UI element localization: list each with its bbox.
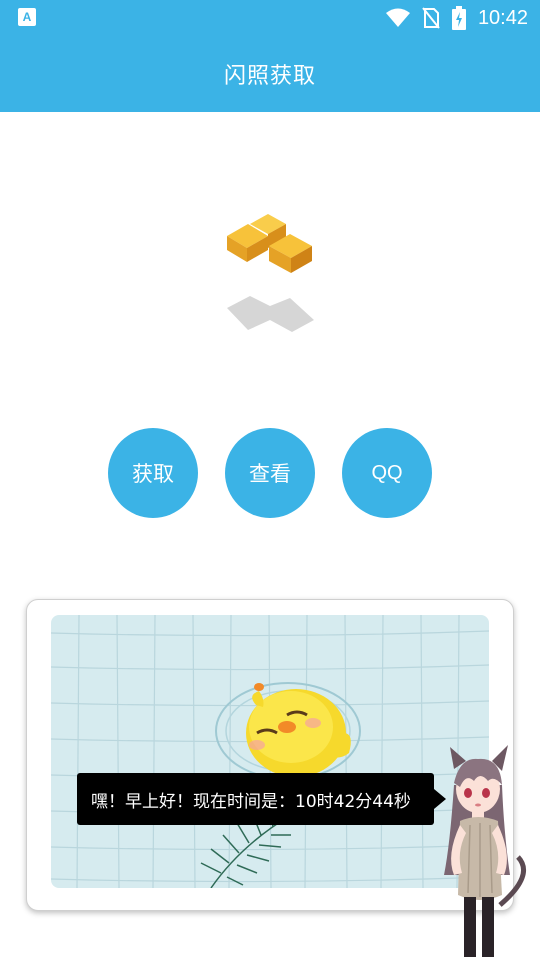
get-button[interactable]: 获取: [108, 428, 198, 518]
wifi-icon: [385, 8, 410, 27]
cube-logo-shadow: [227, 296, 314, 332]
assistant-speech-bubble: 嘿！早上好！现在时间是：10时42分44秒: [77, 773, 434, 825]
svg-text:A: A: [23, 10, 32, 24]
view-button[interactable]: 查看: [225, 428, 315, 518]
qq-button-label: QQ: [371, 461, 403, 484]
get-button-label: 获取: [132, 462, 174, 486]
mascot-character[interactable]: [440, 745, 540, 960]
a-notification-icon: A: [18, 8, 36, 26]
qq-button[interactable]: QQ: [342, 428, 432, 518]
cube-logo-top: [227, 214, 312, 273]
status-time: 10:42: [477, 6, 528, 29]
app-logo: [227, 214, 314, 332]
no-sim-icon: [422, 7, 440, 29]
pool-duck-illustration: [51, 615, 489, 888]
assistant-message: 嘿！早上好！现在时间是：10时42分44秒: [91, 791, 411, 812]
page-title: 闪照获取: [223, 64, 316, 89]
battery-charging-icon: [451, 6, 466, 30]
view-button-label: 查看: [249, 462, 291, 486]
status-bar: A 10:42: [0, 0, 540, 36]
status-icons: 10:42: [385, 0, 528, 36]
app-bar: 闪照获取: [0, 36, 540, 112]
